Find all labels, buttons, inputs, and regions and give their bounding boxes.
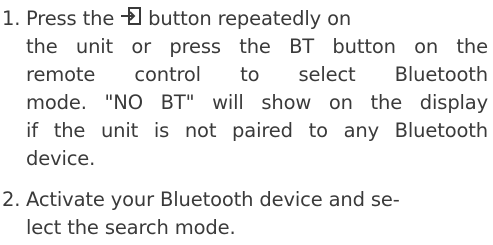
step-2-line-1: 2. Activate your Bluetooth device and se- xyxy=(2,187,400,213)
step-1-line-4: mode. "NO BT" will show on the display xyxy=(26,91,488,114)
step-2-line-2: lect the search mode. xyxy=(26,216,236,239)
step-1-line-6: device. xyxy=(26,147,96,170)
step-1-line-3: remote control to select Bluetooth xyxy=(26,63,488,86)
step-1-text-b: button repeatedly on xyxy=(148,7,352,30)
source-input-icon xyxy=(114,6,148,28)
step-2-text-a: Activate your Bluetooth device and se- xyxy=(26,188,400,211)
instruction-text: 1. Press the button repeatedly on the unit… xyxy=(0,0,493,245)
step-2-number: 2. xyxy=(2,188,21,211)
step-1-line-5: if the unit is not paired to any Bluetoo… xyxy=(26,119,488,142)
step-1-line-2: the unit or press the BT button on the xyxy=(26,35,488,58)
step-1-line-1: 1. Press the button repeatedly on xyxy=(2,6,351,32)
step-1-number: 1. xyxy=(2,7,21,30)
step-1-text-a: Press the xyxy=(26,7,115,30)
